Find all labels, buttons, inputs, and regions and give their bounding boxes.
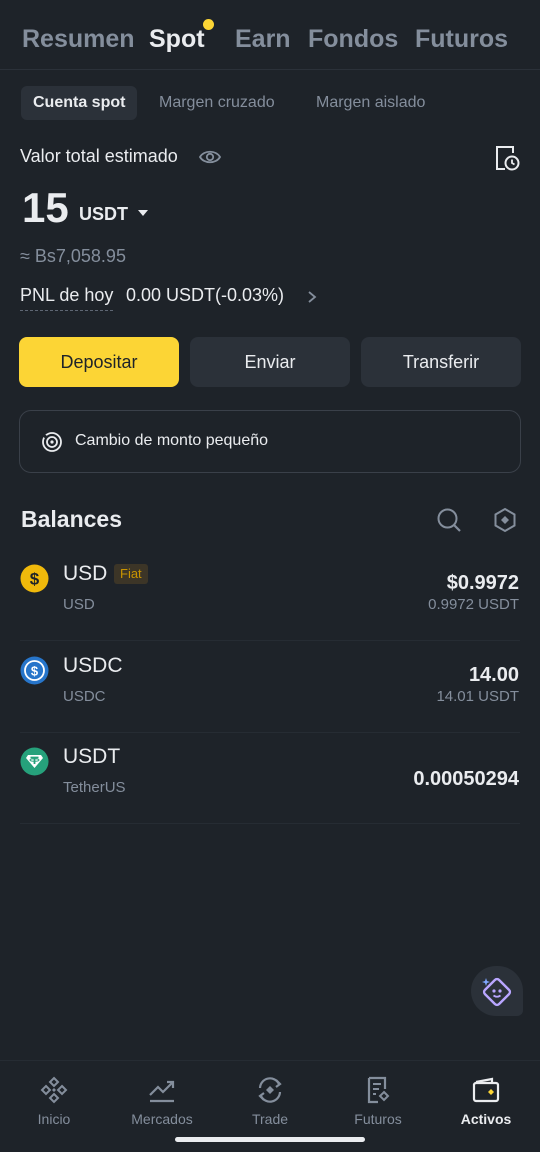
trade-icon bbox=[258, 1077, 282, 1103]
balances-title: Balances bbox=[21, 506, 123, 532]
asset-value: 14.00 bbox=[468, 664, 519, 686]
pnl-today-label[interactable]: PNL de hoy bbox=[20, 285, 114, 311]
asset-name: USD bbox=[63, 596, 95, 613]
asset-symbol: USDT bbox=[63, 745, 121, 768]
futures-icon bbox=[367, 1076, 390, 1104]
nav-futuros[interactable]: Futuros bbox=[324, 1061, 432, 1141]
usdt-coin-icon bbox=[20, 747, 49, 776]
asset-usdt-value: 0.9972 USDT bbox=[428, 596, 519, 613]
assistant-button[interactable] bbox=[471, 966, 523, 1016]
asset-name: TetherUS bbox=[63, 779, 126, 796]
fiat-badge: Fiat bbox=[114, 564, 148, 584]
asset-usdt-value: 14.01 USDT bbox=[436, 688, 519, 705]
pnl-today-value[interactable]: 0.00 USDT(-0.03%) bbox=[126, 285, 284, 306]
caret-down-icon[interactable] bbox=[137, 207, 149, 219]
small-exchange-icon bbox=[42, 432, 62, 452]
markets-icon bbox=[149, 1080, 175, 1103]
wallet-icon bbox=[472, 1077, 500, 1103]
nav-trade[interactable]: Trade bbox=[216, 1061, 324, 1141]
deposit-button[interactable]: Depositar bbox=[19, 337, 179, 387]
home-indicator bbox=[175, 1137, 365, 1142]
svg-text:$: $ bbox=[31, 664, 39, 679]
total-balance-amount: 15 bbox=[22, 184, 69, 231]
asset-name: USDC bbox=[63, 688, 106, 705]
small-exchange-button[interactable]: Cambio de monto pequeño bbox=[19, 410, 521, 473]
nav-inicio[interactable]: Inicio bbox=[0, 1061, 108, 1141]
send-button[interactable]: Enviar bbox=[190, 337, 350, 387]
subtab-margen-cruzado[interactable]: Margen cruzado bbox=[147, 86, 287, 120]
asset-symbol: USDC bbox=[63, 654, 123, 677]
tab-resumen[interactable]: Resumen bbox=[22, 22, 135, 56]
subtab-margen-aislado[interactable]: Margen aislado bbox=[304, 86, 437, 120]
transfer-button[interactable]: Transferir bbox=[361, 337, 521, 387]
tab-spot[interactable]: Spot bbox=[149, 22, 205, 56]
total-balance-currency[interactable]: USDT bbox=[79, 204, 128, 225]
small-exchange-label: Cambio de monto pequeño bbox=[75, 432, 269, 449]
nav-label: Inicio bbox=[37, 1111, 71, 1127]
nav-mercados[interactable]: Mercados bbox=[108, 1061, 216, 1141]
tab-fondos[interactable]: Fondos bbox=[308, 22, 398, 56]
asset-row-usd[interactable]: $ USD Fiat USD $0.9972 0.9972 USDT bbox=[20, 550, 520, 641]
usd-coin-icon: $ bbox=[20, 564, 49, 593]
asset-symbol: USD bbox=[63, 562, 108, 585]
nav-label: Trade bbox=[251, 1111, 289, 1127]
asset-value: $0.9972 bbox=[446, 572, 519, 594]
chevron-right-icon[interactable] bbox=[305, 289, 319, 305]
settings-icon[interactable] bbox=[492, 507, 518, 533]
nav-label: Activos bbox=[460, 1111, 512, 1127]
estimated-total-label: Valor total estimado bbox=[20, 146, 178, 166]
tab-earn[interactable]: Earn bbox=[235, 22, 291, 56]
subtab-cuenta-spot[interactable]: Cuenta spot bbox=[21, 86, 138, 120]
notification-dot bbox=[203, 19, 214, 30]
eye-icon[interactable] bbox=[199, 147, 221, 167]
svg-text:$: $ bbox=[30, 570, 40, 589]
assistant-bot-icon bbox=[482, 977, 512, 1007]
search-icon[interactable] bbox=[436, 507, 462, 533]
asset-value: 0.00050294 bbox=[413, 768, 519, 790]
nav-activos[interactable]: Activos bbox=[432, 1061, 540, 1141]
nav-label: Futuros bbox=[354, 1111, 402, 1127]
history-icon[interactable] bbox=[494, 144, 520, 172]
usdc-coin-icon: $ bbox=[20, 656, 49, 685]
fiat-equivalent: ≈ Bs7,058.95 bbox=[20, 246, 126, 266]
asset-row-usdt[interactable]: USDT TetherUS 0.00050294 bbox=[20, 733, 520, 824]
top-tab-bar: Resumen Spot Earn Fondos Futuros bbox=[0, 0, 540, 70]
nav-label: Mercados bbox=[131, 1111, 193, 1127]
asset-row-usdc[interactable]: $ USDC USDC 14.00 14.01 USDT bbox=[20, 642, 520, 733]
tab-futuros[interactable]: Futuros bbox=[415, 22, 508, 56]
home-icon bbox=[40, 1076, 68, 1104]
